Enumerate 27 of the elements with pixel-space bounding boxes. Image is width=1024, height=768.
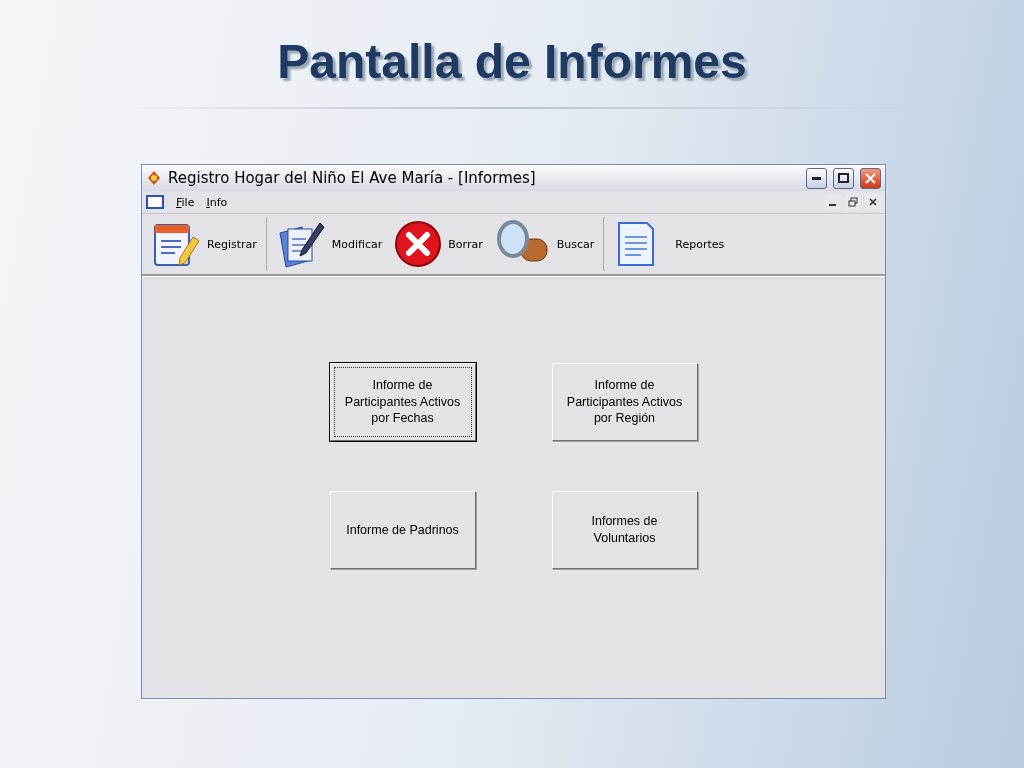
minimize-icon <box>812 176 821 180</box>
toolbar-button[interactable]: Buscar <box>490 219 599 269</box>
restore-button[interactable] <box>845 194 861 210</box>
close-icon <box>865 172 876 184</box>
minimize-button[interactable] <box>806 167 827 189</box>
menu-item[interactable]: Info <box>206 195 228 209</box>
error-cross-icon <box>394 220 443 268</box>
maximize-button[interactable] <box>833 167 854 189</box>
report-button[interactable]: Informes de Voluntarios <box>551 491 698 569</box>
toolbar-button[interactable]: Modificar <box>271 219 387 269</box>
close-icon <box>869 198 877 206</box>
app-icon <box>146 170 162 186</box>
toolbar-button[interactable]: Borrar <box>390 220 487 268</box>
restore-icon <box>848 197 858 207</box>
report-button[interactable]: Informe de Participantes Activos por Región <box>551 363 698 441</box>
toolbar-button[interactable]: Reportes <box>609 219 729 269</box>
window-icon <box>146 195 164 209</box>
menu-item[interactable]: File <box>176 195 195 209</box>
close-button[interactable] <box>860 167 881 189</box>
slide-title: Pantalla de Informes <box>277 34 747 89</box>
window-title: Registro Hogar del Niño El Ave María - [Informes] <box>168 169 537 187</box>
minimize-button[interactable] <box>825 194 841 210</box>
report-button[interactable]: Informe de Participantes Activos por Fechas <box>329 363 476 441</box>
close-button[interactable] <box>865 194 881 210</box>
toolbar-button[interactable]: Registrar <box>147 219 261 269</box>
report-button[interactable]: Informe de Padrinos <box>329 491 476 569</box>
maximize-icon <box>838 173 849 183</box>
